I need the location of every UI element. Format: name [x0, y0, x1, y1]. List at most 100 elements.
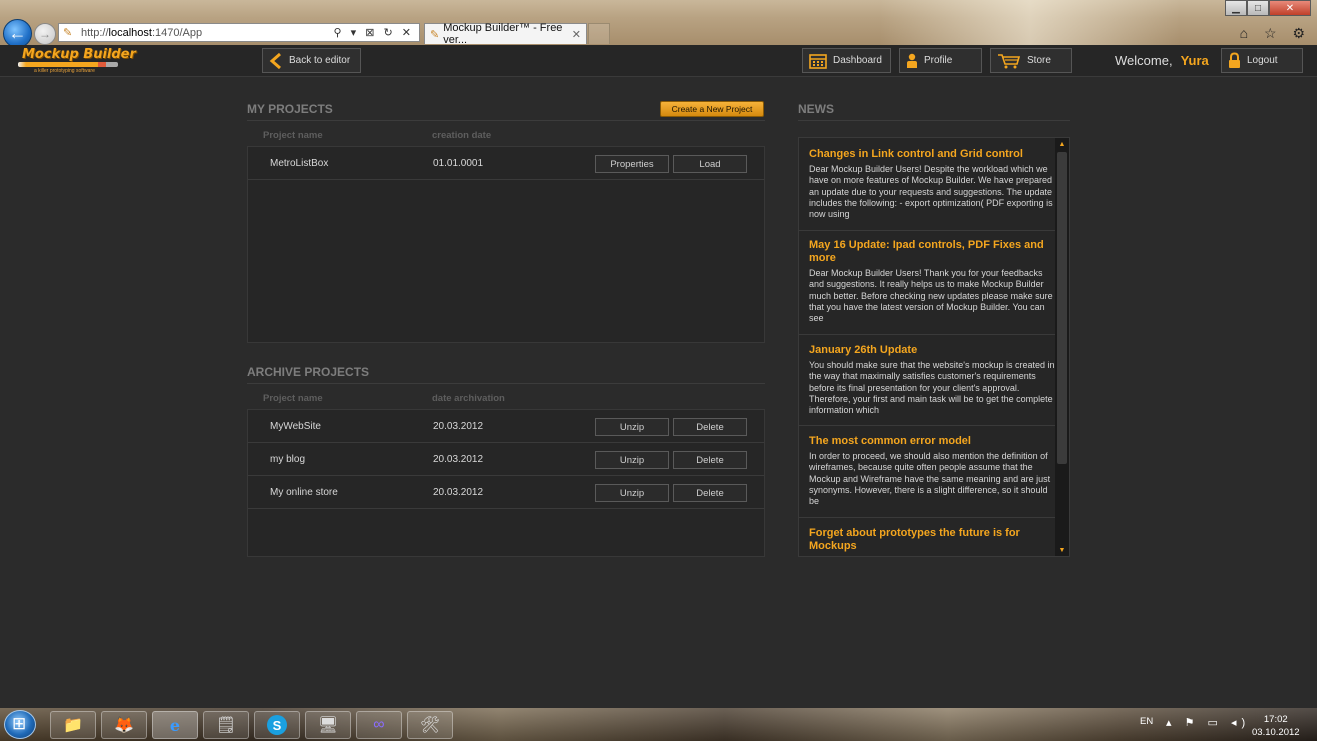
system-tray-icons[interactable]: ▴ ⚑ ▭ ◂): [1166, 716, 1250, 729]
remote-desktop-icon[interactable]: 🖥: [305, 711, 351, 739]
scroll-thumb[interactable]: [1057, 152, 1067, 464]
address-bar[interactable]: ✎ http://localhost:1470/App ⚲ ▾ ⊠ ↻ ✕: [58, 23, 420, 42]
firefox-icon[interactable]: 🦊: [101, 711, 147, 739]
file-explorer-icon[interactable]: 📁: [50, 711, 96, 739]
window-controls: ▁ □ ✕: [1225, 0, 1311, 16]
shopping-cart-icon: [997, 53, 1021, 69]
delete-button[interactable]: Delete: [673, 451, 747, 469]
unzip-button[interactable]: Unzip: [595, 418, 669, 436]
news-item-body: You should make sure that the website's …: [809, 360, 1055, 416]
load-button[interactable]: Load: [673, 155, 747, 173]
home-favorites-settings-icons[interactable]: ⌂ ☆ ⚙: [1240, 25, 1311, 42]
welcome-label: Welcome,: [1115, 53, 1173, 68]
archive-projects-title: ARCHIVE PROJECTS: [247, 365, 370, 379]
close-button[interactable]: ✕: [1269, 0, 1311, 16]
news-item-title[interactable]: January 26th Update: [809, 344, 1056, 357]
logo-title: Mockup Builder: [22, 47, 136, 62]
table-row[interactable]: my blog 20.03.2012 Unzip Delete: [248, 443, 764, 476]
archive-date: 20.03.2012: [433, 487, 484, 498]
divider: [798, 120, 1070, 121]
browser-back-button[interactable]: ←: [3, 19, 32, 48]
store-label: Store: [1027, 55, 1051, 66]
news-item[interactable]: The most common error model In order to …: [799, 435, 1056, 518]
news-item[interactable]: Changes in Link control and Grid control…: [799, 148, 1056, 231]
lock-icon: [1228, 52, 1241, 69]
new-tab-button[interactable]: [588, 23, 610, 44]
column-header-creation-date: creation date: [432, 130, 492, 141]
news-item-title[interactable]: Forget about prototypes the future is fo…: [809, 527, 1056, 553]
news-title: NEWS: [798, 102, 834, 116]
username[interactable]: Yura: [1181, 53, 1209, 68]
language-indicator[interactable]: EN: [1140, 716, 1153, 727]
tab-title: Mockup Builder™ - Free ver...: [443, 22, 563, 46]
delete-button[interactable]: Delete: [673, 418, 747, 436]
unzip-button[interactable]: Unzip: [595, 484, 669, 502]
browser-chrome: ← → ✎ http://localhost:1470/App ⚲ ▾ ⊠ ↻ …: [0, 0, 1317, 48]
browser-tab[interactable]: ✎ Mockup Builder™ - Free ver... ✕: [424, 22, 587, 46]
logout-button[interactable]: Logout: [1221, 48, 1303, 73]
unzip-button[interactable]: Unzip: [595, 451, 669, 469]
archive-projects-list: MyWebSite 20.03.2012 Unzip Delete my blo…: [247, 409, 765, 557]
column-header-date-archivation: date archivation: [432, 393, 505, 404]
logout-label: Logout: [1247, 55, 1278, 66]
minimize-button[interactable]: ▁: [1225, 0, 1247, 16]
project-name: My online store: [270, 487, 338, 498]
project-name: MyWebSite: [270, 421, 321, 432]
user-icon: [906, 53, 918, 69]
news-item-body: In order to proceed, we should also ment…: [809, 451, 1051, 507]
visual-studio-icon[interactable]: ∞: [356, 711, 402, 739]
address-tools-icons[interactable]: ⚲ ▾ ⊠ ↻ ✕: [334, 26, 414, 39]
clock-time: 17:02: [1263, 714, 1288, 725]
column-header-project-name: Project name: [263, 130, 323, 141]
system-clock[interactable]: 17:02 03.10.2012: [1252, 713, 1300, 739]
notes-icon[interactable]: 🗒: [203, 711, 249, 739]
store-button[interactable]: Store: [990, 48, 1072, 73]
back-to-editor-label: Back to editor: [289, 55, 351, 66]
calendar-icon: [809, 53, 827, 69]
dashboard-label: Dashboard: [833, 55, 882, 66]
news-item-title[interactable]: Changes in Link control and Grid control: [809, 148, 1056, 161]
skype-icon[interactable]: S: [254, 711, 300, 739]
news-item[interactable]: Forget about prototypes the future is fo…: [799, 527, 1056, 556]
news-item[interactable]: January 26th Update You should make sure…: [799, 344, 1056, 426]
page-icon: ✎: [63, 27, 73, 39]
project-name: MetroListBox: [270, 158, 329, 169]
divider: [247, 383, 765, 384]
maximize-button[interactable]: □: [1247, 0, 1269, 16]
table-row[interactable]: MetroListBox 01.01.0001 Properties Load: [248, 147, 764, 180]
news-item[interactable]: May 16 Update: Ipad controls, PDF Fixes …: [799, 239, 1056, 335]
start-button[interactable]: [4, 710, 36, 739]
news-item-title[interactable]: The most common error model: [809, 435, 1056, 448]
browser-forward-button[interactable]: →: [34, 23, 56, 45]
news-item-title[interactable]: May 16 Update: Ipad controls, PDF Fixes …: [809, 239, 1056, 265]
scroll-up-arrow-icon[interactable]: ▲: [1055, 138, 1069, 150]
divider: [247, 120, 765, 121]
properties-button[interactable]: Properties: [595, 155, 669, 173]
back-to-editor-button[interactable]: Back to editor: [262, 48, 361, 73]
table-row[interactable]: My online store 20.03.2012 Unzip Delete: [248, 476, 764, 509]
news-scrollbar[interactable]: ▲ ▼: [1055, 138, 1069, 556]
project-name: my blog: [270, 454, 306, 465]
archive-date: 20.03.2012: [433, 421, 484, 432]
tab-close-icon[interactable]: ✕: [572, 28, 581, 41]
arrow-left-icon: ←: [8, 23, 27, 43]
welcome-message: Welcome, Yura: [1115, 53, 1209, 68]
create-new-project-button[interactable]: Create a New Project: [660, 101, 764, 117]
dashboard-button[interactable]: Dashboard: [802, 48, 891, 73]
chevron-left-icon: [269, 52, 283, 69]
table-row[interactable]: MyWebSite 20.03.2012 Unzip Delete: [248, 410, 764, 443]
windows-taskbar: 📁 🦊 e 🗒 S 🖥 ∞ 🛠: [0, 708, 1317, 741]
internet-explorer-icon[interactable]: e: [152, 711, 198, 739]
mockup-builder-logo[interactable]: Mockup Builder a killer prototyping soft…: [18, 47, 136, 75]
news-panel[interactable]: Changes in Link control and Grid control…: [798, 137, 1070, 557]
address-url: http://localhost:1470/App: [81, 26, 203, 39]
delete-button[interactable]: Delete: [673, 484, 747, 502]
profile-button[interactable]: Profile: [899, 48, 982, 73]
logo-tagline: a killer prototyping software: [34, 68, 95, 74]
tools-icon[interactable]: 🛠: [407, 711, 453, 739]
pencil-icon: [18, 62, 118, 67]
scroll-down-arrow-icon[interactable]: ▼: [1055, 544, 1069, 556]
tab-favicon-icon: ✎: [430, 28, 440, 41]
arrow-right-icon: →: [39, 27, 51, 41]
my-projects-title: MY PROJECTS: [247, 102, 333, 116]
